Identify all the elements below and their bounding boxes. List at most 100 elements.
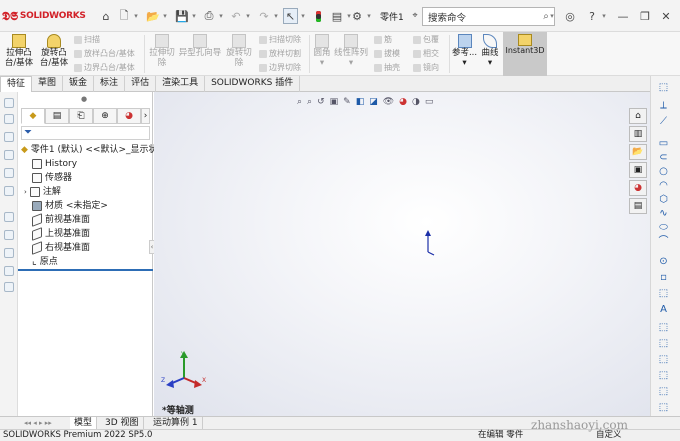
configuration-manager-tab-icon[interactable]: ⎗: [69, 108, 93, 124]
open-dropdown-icon[interactable]: ▾: [161, 8, 169, 24]
linear-sketch-pattern-icon[interactable]: ⬚: [657, 370, 670, 382]
tab-motion-study[interactable]: 运动算例 1: [149, 417, 203, 429]
tree-item-history[interactable]: History: [32, 157, 77, 171]
apply-scene-icon[interactable]: ◑: [412, 97, 420, 107]
save-dropdown-icon[interactable]: ▾: [190, 8, 198, 24]
restore-window-icon[interactable]: ❐: [638, 8, 652, 24]
tab-solidworks-addins[interactable]: SOLIDWORKS 插件: [205, 76, 301, 92]
new-document-icon[interactable]: 🗋: [117, 8, 131, 24]
swept-cut-button[interactable]: 扫描切除: [259, 34, 301, 45]
traffic-light-icon[interactable]: [311, 8, 325, 24]
tab-markup[interactable]: 标注: [94, 76, 126, 92]
edit-appearance-icon[interactable]: ◕: [399, 97, 407, 107]
dimxpert-tab-icon[interactable]: ⊕: [93, 108, 117, 124]
tool-icon[interactable]: [4, 114, 14, 124]
file-explorer-icon[interactable]: 📂: [629, 144, 647, 160]
tree-root-part[interactable]: ◆ 零件1 (默认) <<默认>_显示状: [21, 143, 158, 157]
help-dropdown-icon[interactable]: ▾: [600, 8, 608, 24]
redo-icon[interactable]: ↷: [257, 8, 271, 24]
curves-button[interactable]: 曲线 ▾: [478, 32, 502, 76]
lofted-cut-button[interactable]: 放样切割: [259, 48, 301, 59]
help-icon[interactable]: ?: [585, 8, 599, 24]
tab-scroll-arrows-icon[interactable]: ◂◂ ◂ ▸ ▸▸: [20, 417, 56, 429]
redo-dropdown-icon[interactable]: ▾: [272, 8, 280, 24]
boundary-cut-button[interactable]: 边界切除: [259, 62, 301, 73]
sketch-icon[interactable]: ⬚: [657, 82, 670, 94]
plane-sketch-icon[interactable]: ▫: [657, 272, 670, 284]
options-dropdown-icon[interactable]: ▾: [365, 8, 373, 24]
view-palette-icon[interactable]: ▣: [629, 162, 647, 178]
options-gear-icon[interactable]: ⚙: [350, 8, 364, 24]
select-cursor-icon[interactable]: ↖: [283, 8, 298, 24]
tab-3d-views[interactable]: 3D 视图: [101, 417, 144, 429]
tree-filter-input[interactable]: ⏷: [21, 126, 150, 140]
point-icon[interactable]: ⊙: [657, 256, 670, 268]
undo-dropdown-icon[interactable]: ▾: [244, 8, 252, 24]
text-icon[interactable]: ⬚: [657, 288, 670, 300]
polygon-icon[interactable]: ⬡: [657, 194, 670, 206]
reference-geometry-button[interactable]: 参考... ▾: [451, 32, 478, 76]
minimize-window-icon[interactable]: —: [616, 8, 630, 24]
previous-view-icon[interactable]: ↺: [317, 97, 325, 107]
tree-item-right-plane[interactable]: 右视基准面: [32, 241, 90, 255]
zoom-to-fit-icon[interactable]: ⌕: [297, 97, 302, 107]
mirror-sketch-icon[interactable]: ⬚: [657, 354, 670, 366]
feature-tree-tab-icon[interactable]: ◆: [21, 108, 45, 124]
tab-model[interactable]: 模型: [70, 417, 98, 429]
move-entities-icon[interactable]: ⬚: [657, 386, 670, 398]
tree-item-top-plane[interactable]: 上视基准面: [32, 227, 90, 241]
extruded-cut-button[interactable]: 拉伸切除: [147, 32, 177, 76]
mirror-button[interactable]: 镜向: [413, 62, 439, 73]
display-manager-tab-icon[interactable]: ◕: [117, 108, 141, 124]
new-dropdown-icon[interactable]: ▾: [132, 8, 140, 24]
loft-boss-button[interactable]: 放样凸台/基体: [74, 48, 135, 59]
tree-item-material[interactable]: 材质 <未指定>: [32, 199, 108, 213]
graphics-area[interactable]: [154, 92, 650, 416]
print-icon[interactable]: ⎙: [202, 8, 216, 24]
tool-icon[interactable]: [4, 132, 14, 142]
design-library-icon[interactable]: ▥: [629, 126, 647, 142]
tool-icon[interactable]: [4, 186, 14, 196]
revolved-cut-button[interactable]: 旋转切除: [224, 32, 254, 76]
rib-button[interactable]: 筋: [374, 34, 392, 45]
convert-entities-icon[interactable]: ⬚: [657, 322, 670, 334]
undo-icon[interactable]: ↶: [229, 8, 243, 24]
draft-button[interactable]: 拔模: [374, 48, 400, 59]
search-commands-input[interactable]: 搜索命令 ⌕: [422, 7, 555, 26]
sweep-boss-button[interactable]: 扫描: [74, 34, 100, 45]
panel-collapse-dot-icon[interactable]: ●: [81, 95, 87, 103]
close-window-icon[interactable]: ✕: [659, 8, 673, 24]
tree-item-front-plane[interactable]: 前视基准面: [32, 213, 90, 227]
home-icon[interactable]: ⌂: [99, 8, 113, 24]
dynamic-annotation-icon[interactable]: ✎: [343, 97, 351, 107]
display-style-icon[interactable]: ◪: [369, 97, 378, 107]
extruded-boss-button[interactable]: 拉伸凸 台/基体: [3, 32, 35, 76]
solidworks-resources-icon[interactable]: ⌂: [629, 108, 647, 124]
tool-icon[interactable]: [4, 248, 14, 258]
arc-icon[interactable]: ◠: [657, 180, 670, 192]
rollback-bar[interactable]: [18, 269, 153, 271]
print-dropdown-icon[interactable]: ▾: [217, 8, 225, 24]
instant3d-toggle[interactable]: Instant3D: [503, 32, 547, 76]
property-manager-tab-icon[interactable]: ▤: [45, 108, 69, 124]
smart-dimension-icon[interactable]: ⟂: [657, 100, 670, 112]
fillet-sketch-icon[interactable]: ⌒: [657, 236, 670, 248]
ellipse-icon[interactable]: ⬭: [657, 222, 670, 234]
panel-scroll-right-icon[interactable]: ›: [141, 108, 150, 124]
tool-icon[interactable]: [4, 212, 14, 222]
view-orientation-icon[interactable]: ◧: [356, 97, 365, 107]
tool-icon[interactable]: [4, 266, 14, 276]
tab-features[interactable]: 特征: [0, 76, 33, 92]
save-icon[interactable]: 💾: [175, 8, 189, 24]
tool-icon[interactable]: [4, 98, 14, 108]
tool-icon[interactable]: [4, 168, 14, 178]
slot-icon[interactable]: ⊂: [657, 152, 670, 164]
hide-show-items-icon[interactable]: 👁: [383, 97, 394, 107]
view-settings-icon[interactable]: ▭: [425, 97, 434, 107]
circle-icon[interactable]: ○: [657, 166, 670, 178]
select-dropdown-icon[interactable]: ▾: [299, 8, 307, 24]
linear-pattern-button[interactable]: 线性阵列 ▾: [333, 32, 369, 76]
tab-sketch[interactable]: 草图: [32, 76, 64, 92]
tab-evaluate[interactable]: 评估: [125, 76, 157, 92]
tree-item-sensors[interactable]: 传感器: [32, 171, 72, 185]
